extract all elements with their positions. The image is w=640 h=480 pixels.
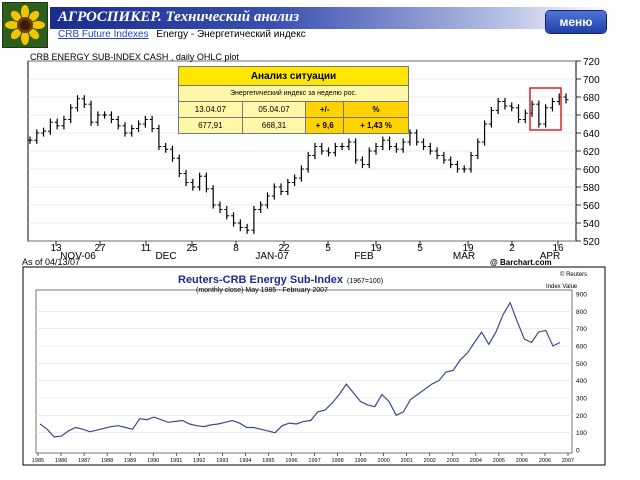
analysis-value-current: 677,91 (178, 117, 243, 134)
monthly-y-axis-label: Index Value (546, 284, 578, 290)
analysis-title: Анализ ситуации (178, 66, 409, 86)
analysis-value-prev: 668,31 (241, 117, 307, 134)
monthly-y-tick-label: 100 (576, 430, 587, 437)
monthly-year-label: 1998 (331, 458, 343, 464)
daily-y-tick-label: 580 (583, 183, 600, 194)
monthly-chart-subtitle: (monthly close) May 1985 - February 2007 (196, 287, 328, 294)
monthly-year-label: 2006 (539, 458, 551, 464)
menu-button[interactable]: меню (546, 11, 606, 33)
monthly-year-label: 2007 (562, 458, 574, 464)
monthly-y-tick-label: 500 (576, 361, 587, 368)
analysis-col-date-prev: 05.04.07 (241, 101, 307, 118)
daily-y-tick-label: 720 (583, 57, 600, 68)
monthly-year-label: 2003 (447, 458, 459, 464)
monthly-year-label: 1987 (78, 458, 90, 464)
daily-day-tick-label: 8 (233, 243, 239, 254)
monthly-y-tick-label: 900 (576, 292, 587, 299)
as-of-date: As of 04/13/07 (22, 257, 80, 266)
monthly-year-label: 2004 (470, 458, 482, 464)
monthly-year-label: 1997 (308, 458, 320, 464)
monthly-year-label: 1992 (193, 458, 205, 464)
daily-y-tick-label: 600 (583, 165, 600, 176)
daily-day-tick-label: 2 (509, 243, 515, 254)
monthly-plot-area (35, 289, 573, 454)
daily-month-label: JAN-07 (255, 251, 289, 262)
daily-y-tick-label: 520 (583, 237, 600, 248)
daily-y-tick-label: 560 (583, 201, 600, 212)
daily-month-label: MAR (453, 251, 475, 262)
monthly-y-tick-label: 200 (576, 413, 587, 420)
monthly-history-chart: 900 800 700 600 500 400 300 200 100 0 1985 1986 198… (22, 266, 606, 466)
monthly-year-label: 1986 (55, 458, 67, 464)
daily-month-label: FEB (354, 251, 374, 262)
crb-link[interactable]: CRB Future Indexes (58, 29, 149, 40)
monthly-year-label: 2002 (424, 458, 436, 464)
daily-chart-title: CRB ENERGY SUB-INDEX CASH , daily OHLC p… (30, 52, 239, 62)
title-bar: АГРОСПИКЕР. Технический анализ (50, 7, 610, 29)
monthly-year-label: 1993 (216, 458, 228, 464)
barchart-credit: @ Barchart.com (490, 258, 552, 266)
daily-month-label: DEC (155, 251, 176, 262)
analysis-value-change: + 9,6 (305, 117, 344, 134)
breadcrumb: CRB Future Indexes Energy - Энергетическ… (58, 29, 306, 40)
daily-y-tick-label: 640 (583, 129, 600, 140)
monthly-year-label: 2005 (493, 458, 505, 464)
daily-y-tick-label: 620 (583, 147, 600, 158)
monthly-y-tick-label: 700 (576, 326, 587, 333)
monthly-y-tick-label: 600 (576, 344, 587, 351)
daily-day-ticks: 13 27 11 25 8 22 5 19 5 19 2 16 (50, 241, 564, 254)
daily-y-tick-label: 540 (583, 219, 600, 230)
monthly-year-label: 1995 (262, 458, 274, 464)
monthly-year-label: 1991 (170, 458, 182, 464)
monthly-year-label: 1994 (239, 458, 251, 464)
daily-day-tick-label: 27 (94, 243, 106, 254)
sunflower-icon (5, 5, 45, 45)
analysis-col-percent: % (342, 101, 410, 118)
monthly-year-label: 1988 (101, 458, 113, 464)
monthly-year-label: 1985 (32, 458, 44, 464)
monthly-year-label: 2001 (401, 458, 413, 464)
analysis-col-change: +/- (305, 101, 344, 118)
daily-day-tick-label: 5 (417, 243, 423, 254)
reuters-credit: © Reuters (560, 271, 587, 278)
daily-y-ticks: 720 700 680 660 640 620 600 580 560 540 520 (576, 57, 600, 248)
daily-day-tick-label: 25 (186, 243, 198, 254)
monthly-y-tick-label: 300 (576, 396, 587, 403)
monthly-y-tick-label: 400 (576, 378, 587, 385)
daily-y-tick-label: 660 (583, 111, 600, 122)
analysis-col-date-current: 13.04.07 (178, 101, 243, 118)
app-title: АГРОСПИКЕР. Технический анализ (58, 9, 300, 25)
monthly-year-label: 1996 (285, 458, 297, 464)
monthly-year-label: 1990 (147, 458, 159, 464)
monthly-year-label: 2000 (378, 458, 390, 464)
monthly-year-label: 2006 (516, 458, 528, 464)
monthly-year-label: 1999 (354, 458, 366, 464)
logo (2, 2, 48, 48)
daily-day-tick-label: 11 (141, 243, 152, 254)
daily-y-tick-label: 700 (583, 75, 600, 86)
analysis-subtitle: Энергетический индекс за неделю рос. (178, 85, 409, 102)
monthly-y-tick-label: 800 (576, 309, 587, 316)
analysis-value-percent: + 1,43 % (342, 117, 410, 134)
analysis-table: Анализ ситуации Энергетический индекс за… (178, 66, 410, 134)
daily-day-tick-label: 5 (325, 243, 331, 254)
daily-y-tick-label: 680 (583, 93, 600, 104)
subtitle-text: Energy - Энергетический индекс (156, 29, 306, 40)
monthly-y-tick-label: 0 (576, 448, 580, 455)
monthly-year-label: 1989 (124, 458, 136, 464)
daily-month-ticks: NOV-06 DEC JAN-07 FEB MAR APR (60, 251, 560, 262)
